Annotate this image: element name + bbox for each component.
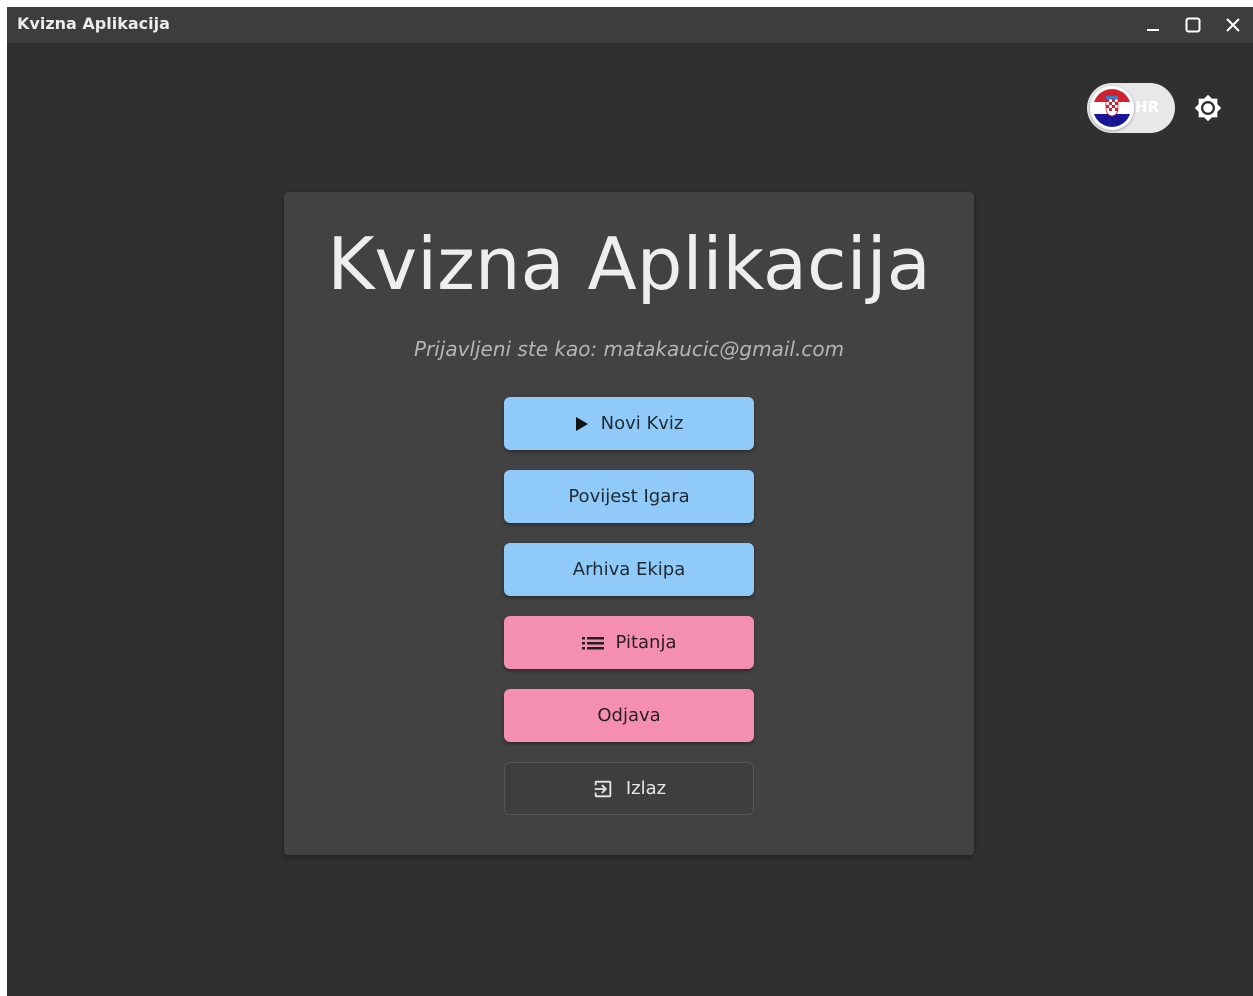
minimize-button[interactable] — [1133, 7, 1173, 43]
main-menu-card: Kvizna Aplikacija Prijavljeni ste kao: m… — [284, 192, 974, 855]
language-code: HR — [1135, 98, 1160, 116]
logout-button[interactable]: Odjava — [504, 689, 754, 742]
questions-button[interactable]: Pitanja — [504, 616, 754, 669]
play-icon — [575, 416, 588, 431]
close-button[interactable] — [1213, 7, 1253, 43]
title-bar[interactable]: Kvizna Aplikacija — [7, 7, 1253, 43]
login-info: Prijavljeni ste kao: matakaucic@gmail.co… — [413, 337, 845, 361]
language-toggle[interactable]: HR — [1087, 83, 1175, 133]
exit-button[interactable]: Izlaz — [504, 762, 754, 815]
new-quiz-button[interactable]: Novi Kviz — [504, 397, 754, 450]
maximize-icon — [1185, 17, 1201, 33]
close-icon — [1226, 18, 1240, 32]
team-archive-button[interactable]: Arhiva Ekipa — [504, 543, 754, 596]
minimize-icon — [1147, 29, 1159, 31]
team-archive-label: Arhiva Ekipa — [572, 559, 686, 580]
questions-label: Pitanja — [615, 632, 677, 653]
maximize-button[interactable] — [1173, 7, 1213, 43]
window-title: Kvizna Aplikacija — [17, 14, 170, 33]
logout-label: Odjava — [597, 705, 661, 726]
exit-icon — [594, 780, 612, 797]
theme-toggle-button[interactable] — [1193, 93, 1223, 123]
game-history-button[interactable]: Povijest Igara — [504, 470, 754, 523]
brightness-icon — [1194, 94, 1222, 122]
page-title: Kvizna Aplikacija — [327, 222, 931, 306]
app-window: Kvizna Aplikacija HR Kvizna Aplikacija P… — [7, 7, 1253, 996]
game-history-label: Povijest Igara — [568, 486, 690, 507]
croatia-flag-icon — [1090, 86, 1134, 130]
exit-label: Izlaz — [625, 778, 667, 799]
new-quiz-label: Novi Kviz — [600, 413, 684, 434]
window-controls — [1133, 7, 1253, 43]
list-icon — [581, 636, 604, 649]
